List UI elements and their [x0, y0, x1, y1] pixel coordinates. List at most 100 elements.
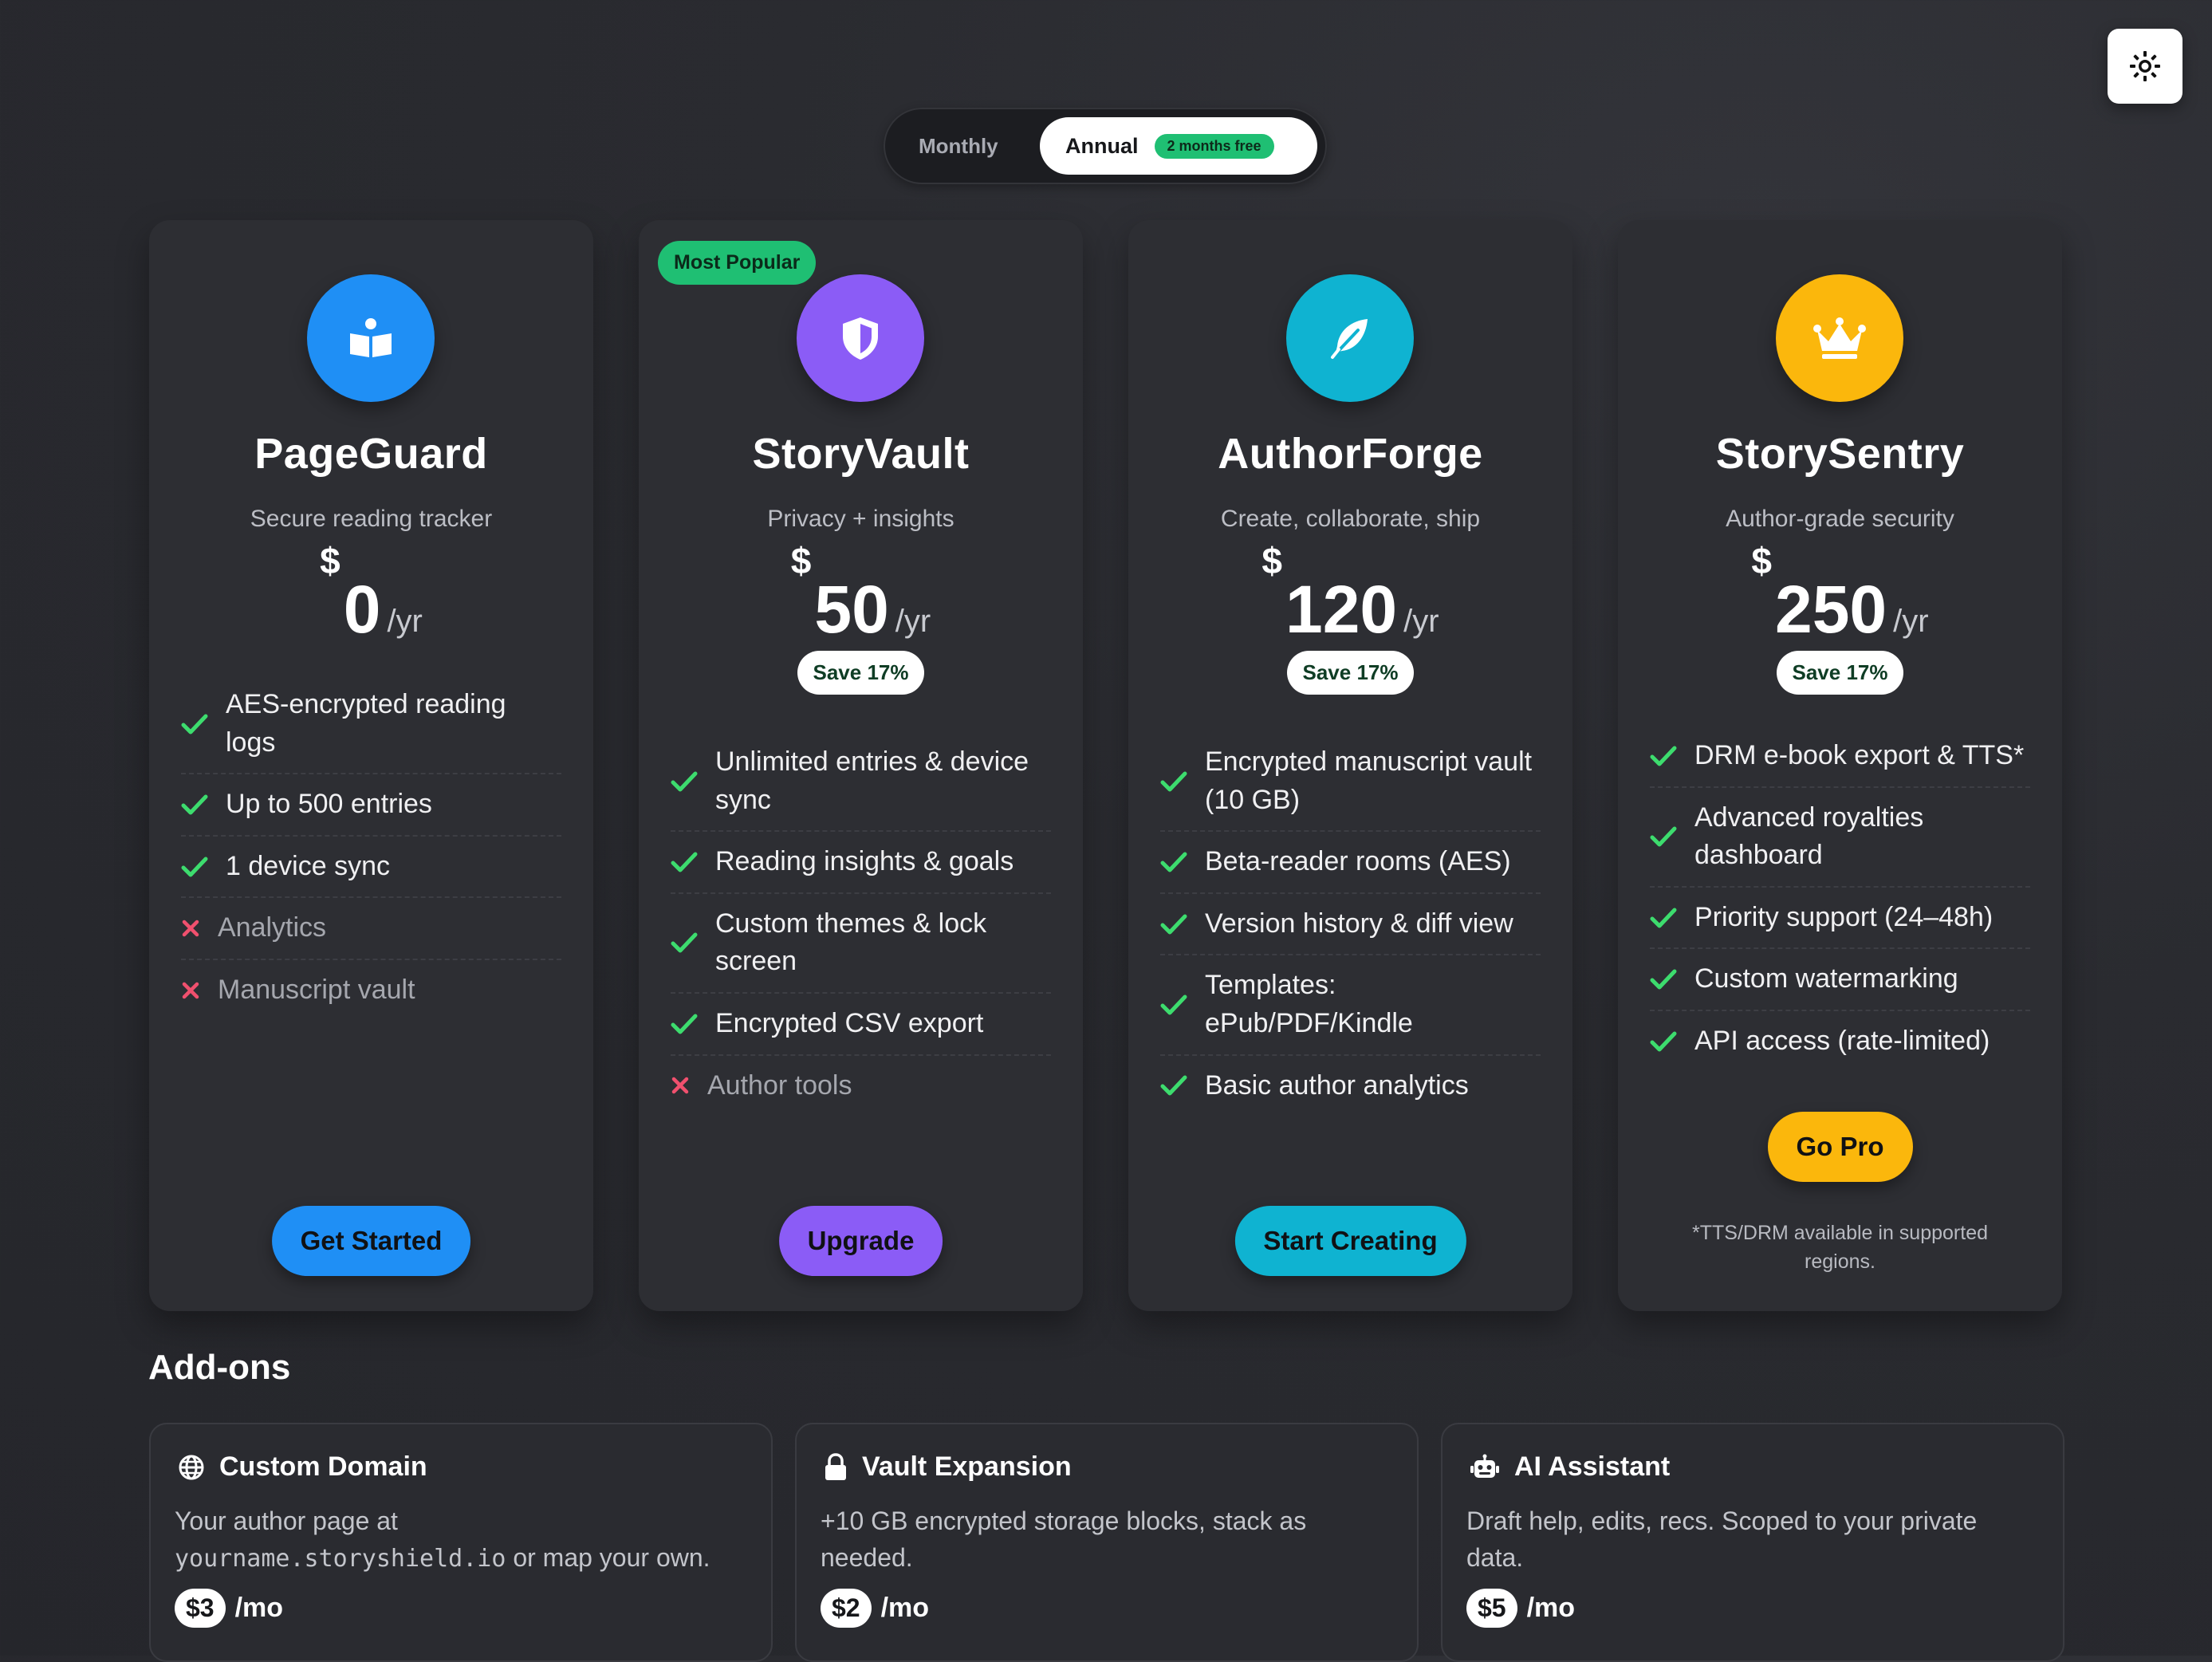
feature-item: Analytics	[181, 898, 561, 960]
feature-text: 1 device sync	[226, 850, 390, 881]
globe-icon	[179, 1455, 204, 1479]
feature-item: 1 device sync	[181, 837, 561, 899]
get-started-button[interactable]: Get Started	[271, 1206, 471, 1276]
addon-period: /mo	[1526, 1593, 1576, 1623]
check-icon	[671, 931, 704, 954]
addons-heading: Add-ons	[148, 1348, 291, 1387]
check-icon	[671, 770, 704, 793]
plan-tagline: Secure reading tracker	[250, 506, 493, 532]
feature-list: Encrypted manuscript vault (10 GB) Beta-…	[1160, 732, 1541, 1116]
check-icon	[1160, 913, 1194, 935]
check-icon	[1160, 851, 1194, 873]
annual-option-label: Annual	[1065, 133, 1139, 158]
plan-card-storyvault: Most Popular StoryVault Privacy + insigh…	[639, 220, 1083, 1311]
lock-icon	[825, 1452, 846, 1480]
feature-item: API access (rate-limited)	[1650, 1011, 2030, 1072]
robot-icon	[1470, 1454, 1499, 1478]
feature-text: API access (rate-limited)	[1694, 1025, 1990, 1056]
plan-price: $ 120 /yr	[1128, 539, 1572, 643]
feature-item: AES-encrypted reading logs	[181, 675, 561, 775]
plan-tagline: Create, collaborate, ship	[1220, 506, 1481, 532]
feature-text: Templates: ePub/PDF/Kindle	[1205, 970, 1413, 1038]
feature-text: AES-encrypted reading logs	[226, 689, 506, 758]
addon-price: $2	[821, 1589, 872, 1628]
save-badge: Save 17%	[797, 651, 925, 695]
plan-price: $ 50 /yr	[639, 539, 1083, 643]
go-pro-button[interactable]: Go Pro	[1767, 1112, 1913, 1182]
check-icon	[181, 794, 215, 816]
check-icon	[181, 713, 215, 735]
addon-price: $3	[175, 1589, 226, 1628]
monthly-option[interactable]: Monthly	[919, 108, 998, 184]
feature-item: Up to 500 entries	[181, 774, 561, 837]
price-period: /yr	[1403, 604, 1439, 639]
feature-text: Encrypted manuscript vault (10 GB)	[1205, 746, 1533, 815]
check-icon	[1650, 968, 1683, 991]
price-currency: $	[1751, 540, 1772, 581]
addon-description-text: Your author page at	[175, 1506, 398, 1535]
price-currency: $	[320, 540, 340, 581]
feature-list: Unlimited entries & device sync Reading …	[671, 732, 1051, 1116]
feature-text: Beta-reader rooms (AES)	[1205, 846, 1511, 877]
months-free-badge: 2 months free	[1154, 133, 1274, 159]
check-icon	[1650, 907, 1683, 929]
cross-icon	[671, 1076, 696, 1095]
plan-tagline: Privacy + insights	[767, 506, 954, 532]
feature-text: Custom themes & lock screen	[715, 908, 987, 977]
addon-card-vault-expansion[interactable]: Vault Expansion +10 GB encrypted storage…	[795, 1423, 1419, 1662]
feature-text: Advanced royalties dashboard	[1694, 801, 1924, 871]
addon-description: Draft help, edits, recs. Scoped to your …	[1466, 1506, 1978, 1573]
feature-item: Basic author analytics	[1160, 1056, 1541, 1117]
price-amount: 0	[343, 572, 381, 647]
save-badge: Save 17%	[1286, 651, 1415, 695]
check-icon	[181, 856, 215, 878]
price-amount: 120	[1285, 572, 1398, 647]
plan-card-storysentry: StorySentry Author-grade security $ 250 …	[1618, 220, 2062, 1311]
check-icon	[671, 1013, 704, 1035]
plan-icon-circle	[797, 274, 924, 402]
addon-card-ai-assistant[interactable]: AI Assistant Draft help, edits, recs. Sc…	[1441, 1423, 2064, 1662]
check-icon	[1650, 745, 1683, 767]
most-popular-badge: Most Popular	[658, 241, 817, 285]
price-amount: 50	[814, 572, 889, 647]
feature-item: Version history & diff view	[1160, 894, 1541, 956]
feature-item: Unlimited entries & device sync	[671, 732, 1051, 833]
addon-period: /mo	[234, 1593, 284, 1623]
feature-item: Advanced royalties dashboard	[1650, 788, 2030, 888]
sun-icon	[2130, 51, 2160, 81]
addon-price: $5	[1466, 1589, 1517, 1628]
price-currency: $	[1261, 540, 1282, 581]
feature-text: Basic author analytics	[1205, 1069, 1469, 1101]
feature-item: Custom themes & lock screen	[671, 894, 1051, 994]
addon-card-custom-domain[interactable]: Custom Domain Your author page at yourna…	[149, 1423, 773, 1662]
check-icon	[1650, 1030, 1683, 1053]
crown-icon	[1813, 317, 1866, 359]
shield-icon	[843, 317, 878, 360]
feature-item: Manuscript vault	[181, 960, 561, 1021]
feature-text: Up to 500 entries	[226, 789, 432, 820]
theme-toggle-button[interactable]	[2108, 29, 2182, 104]
feature-text: Analytics	[218, 912, 327, 943]
addon-description-text: or map your own.	[513, 1543, 710, 1573]
feature-text: Author tools	[707, 1069, 852, 1101]
feature-text: Custom watermarking	[1694, 963, 1958, 994]
feature-item: Author tools	[671, 1056, 1051, 1117]
feature-text: Unlimited entries & device sync	[715, 746, 1029, 815]
addon-title: AI Assistant	[1514, 1451, 1671, 1482]
feature-text: DRM e-book export & TTS*	[1694, 740, 2025, 770]
feature-item: Templates: ePub/PDF/Kindle	[1160, 955, 1541, 1056]
feature-item: Encrypted manuscript vault (10 GB)	[1160, 732, 1541, 833]
save-badge: Save 17%	[1776, 651, 1904, 695]
annual-option[interactable]: Annual 2 months free	[1040, 117, 1317, 175]
plan-price: $ 250 /yr	[1618, 539, 2062, 643]
addon-title: Vault Expansion	[862, 1451, 1072, 1482]
start-creating-button[interactable]: Start Creating	[1234, 1206, 1466, 1276]
upgrade-button[interactable]: Upgrade	[778, 1206, 943, 1276]
check-icon	[1650, 825, 1683, 848]
plan-tagline: Author-grade security	[1726, 506, 1954, 532]
feature-text: Version history & diff view	[1205, 908, 1513, 939]
feature-text: Priority support (24–48h)	[1694, 901, 1994, 932]
cross-icon	[181, 981, 207, 1000]
check-icon	[1160, 1074, 1194, 1097]
feature-list: DRM e-book export & TTS* Advanced royalt…	[1650, 726, 2030, 1072]
